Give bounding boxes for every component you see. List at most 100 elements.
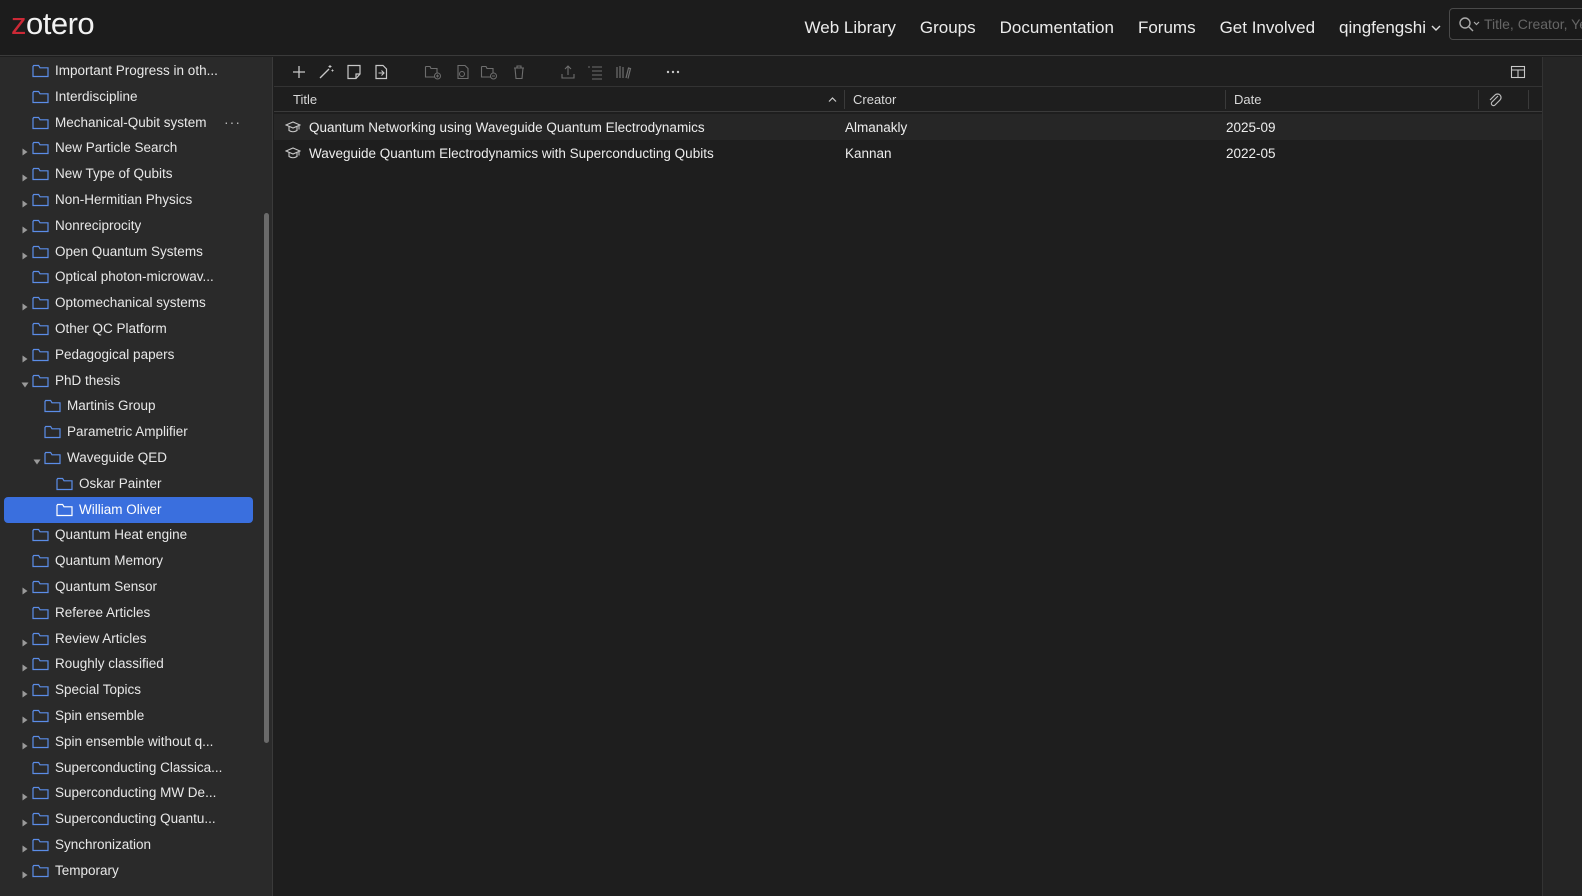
collection-label: Other QC Platform — [55, 321, 167, 336]
collection-item[interactable]: William Oliver — [4, 496, 253, 523]
column-separator[interactable] — [844, 90, 845, 109]
twisty-collapsed-icon[interactable] — [21, 867, 29, 879]
twisty-collapsed-icon[interactable] — [21, 712, 29, 724]
collection-item[interactable]: Parametric Amplifier — [4, 419, 253, 445]
search-box[interactable] — [1449, 8, 1582, 40]
create-bibliography-icon[interactable] — [586, 63, 604, 81]
twisty-collapsed-icon[interactable] — [21, 299, 29, 311]
collection-item[interactable]: Roughly classified — [4, 651, 253, 677]
twisty-collapsed-icon[interactable] — [21, 789, 29, 801]
twisty-collapsed-icon[interactable] — [21, 635, 29, 647]
collection-item[interactable]: Other QC Platform — [4, 316, 253, 342]
zotero-logo[interactable]: zotero — [11, 6, 95, 42]
new-item-icon[interactable] — [290, 63, 308, 81]
collection-item[interactable]: Review Articles — [4, 626, 253, 652]
collection-item[interactable]: Quantum Sensor — [4, 574, 253, 600]
collection-item[interactable]: Interdiscipline — [4, 84, 253, 110]
twisty-expanded-icon[interactable] — [21, 377, 29, 388]
collection-item[interactable]: Superconducting Quantu... — [4, 806, 253, 832]
export-icon[interactable] — [559, 63, 577, 81]
collection-item[interactable]: Mechanical-Qubit system ··· — [4, 110, 253, 136]
collection-item[interactable]: Quantum Heat engine — [4, 522, 253, 548]
more-options-icon[interactable] — [664, 63, 682, 81]
new-collection-icon[interactable] — [424, 63, 442, 81]
collection-item[interactable]: Waveguide QED — [4, 445, 253, 471]
twisty-collapsed-icon[interactable] — [21, 738, 29, 750]
collection-item[interactable]: Nonreciprocity — [4, 213, 253, 239]
twisty-expanded-icon[interactable] — [33, 454, 41, 465]
items-toolbar — [274, 57, 1542, 87]
duplicate-icon[interactable] — [454, 63, 472, 81]
column-picker-icon[interactable] — [1509, 63, 1527, 81]
twisty-collapsed-icon[interactable] — [21, 841, 29, 853]
nav-documentation[interactable]: Documentation — [1000, 18, 1114, 38]
collection-item[interactable]: Spin ensemble — [4, 703, 253, 729]
collection-label: William Oliver — [79, 501, 162, 517]
collection-item[interactable]: Superconducting Classica... — [4, 755, 253, 781]
collection-item[interactable]: Optical photon-microwav... — [4, 264, 253, 290]
collection-item[interactable]: PhD thesis — [4, 368, 253, 394]
twisty-collapsed-icon[interactable] — [21, 248, 29, 260]
collection-item[interactable]: Martinis Group — [4, 393, 253, 419]
library-lookup-icon[interactable] — [614, 63, 632, 81]
column-separator[interactable] — [1478, 90, 1479, 109]
column-title[interactable]: Title — [293, 87, 833, 112]
twisty-collapsed-icon[interactable] — [21, 144, 29, 156]
folder-icon — [32, 374, 49, 388]
twisty-collapsed-icon[interactable] — [21, 815, 29, 827]
column-date[interactable]: Date — [1234, 87, 1474, 112]
collection-item[interactable]: Temporary — [4, 858, 253, 884]
nav-forums[interactable]: Forums — [1138, 18, 1196, 38]
folder-icon — [32, 735, 49, 749]
column-separator[interactable] — [1225, 90, 1226, 109]
collection-item[interactable]: Important Progress in oth... — [4, 58, 253, 84]
column-separator[interactable] — [1528, 90, 1529, 109]
nav-groups[interactable]: Groups — [920, 18, 976, 38]
twisty-collapsed-icon[interactable] — [21, 351, 29, 363]
twisty-collapsed-icon[interactable] — [21, 196, 29, 208]
magic-wand-icon[interactable] — [317, 63, 335, 81]
collection-item[interactable]: Optomechanical systems — [4, 290, 253, 316]
remove-from-collection-icon[interactable] — [480, 63, 498, 81]
collection-item[interactable]: Open Quantum Systems — [4, 239, 253, 265]
collection-item[interactable]: Quantum Memory — [4, 548, 253, 574]
import-icon[interactable] — [372, 63, 390, 81]
column-title-label: Title — [293, 92, 318, 107]
nav-web-library[interactable]: Web Library — [805, 18, 896, 38]
collection-item[interactable]: Spin ensemble without q... — [4, 729, 253, 755]
user-menu[interactable]: qingfengshi — [1339, 18, 1442, 38]
folder-icon — [32, 606, 49, 620]
folder-icon — [44, 425, 61, 439]
folder-icon — [32, 864, 49, 878]
nav-get-involved[interactable]: Get Involved — [1220, 18, 1315, 38]
collection-item[interactable]: Oskar Painter — [4, 471, 253, 497]
collection-item[interactable]: New Particle Search — [4, 135, 253, 161]
sidebar-scrollbar[interactable] — [264, 213, 269, 743]
folder-icon — [32, 761, 49, 775]
column-creator[interactable]: Creator — [853, 87, 1223, 112]
twisty-collapsed-icon[interactable] — [21, 583, 29, 595]
new-note-icon[interactable] — [345, 63, 363, 81]
collection-item[interactable]: Synchronization — [4, 832, 253, 858]
search-input[interactable] — [1484, 16, 1582, 32]
collection-label: Interdiscipline — [55, 88, 138, 104]
trash-icon[interactable] — [510, 63, 528, 81]
more-options-icon[interactable]: ··· — [224, 114, 241, 130]
twisty-collapsed-icon[interactable] — [21, 660, 29, 672]
twisty-collapsed-icon[interactable] — [21, 686, 29, 698]
paperclip-icon — [1489, 92, 1502, 106]
collection-item[interactable]: Non-Hermitian Physics — [4, 187, 253, 213]
thesis-icon — [284, 120, 302, 134]
twisty-collapsed-icon[interactable] — [21, 222, 29, 234]
twisty-collapsed-icon[interactable] — [21, 170, 29, 182]
item-row[interactable]: Quantum Networking using Waveguide Quant… — [274, 114, 1542, 140]
collection-item[interactable]: Superconducting MW De... — [4, 780, 253, 806]
item-row[interactable]: Waveguide Quantum Electrodynamics with S… — [274, 140, 1542, 166]
folder-icon — [32, 657, 49, 671]
collection-item[interactable]: New Type of Qubits — [4, 161, 253, 187]
collection-item[interactable]: Referee Articles — [4, 600, 253, 626]
column-attachments[interactable] — [1487, 87, 1517, 112]
folder-icon — [32, 322, 49, 336]
collection-item[interactable]: Pedagogical papers — [4, 342, 253, 368]
collection-item[interactable]: Special Topics — [4, 677, 253, 703]
